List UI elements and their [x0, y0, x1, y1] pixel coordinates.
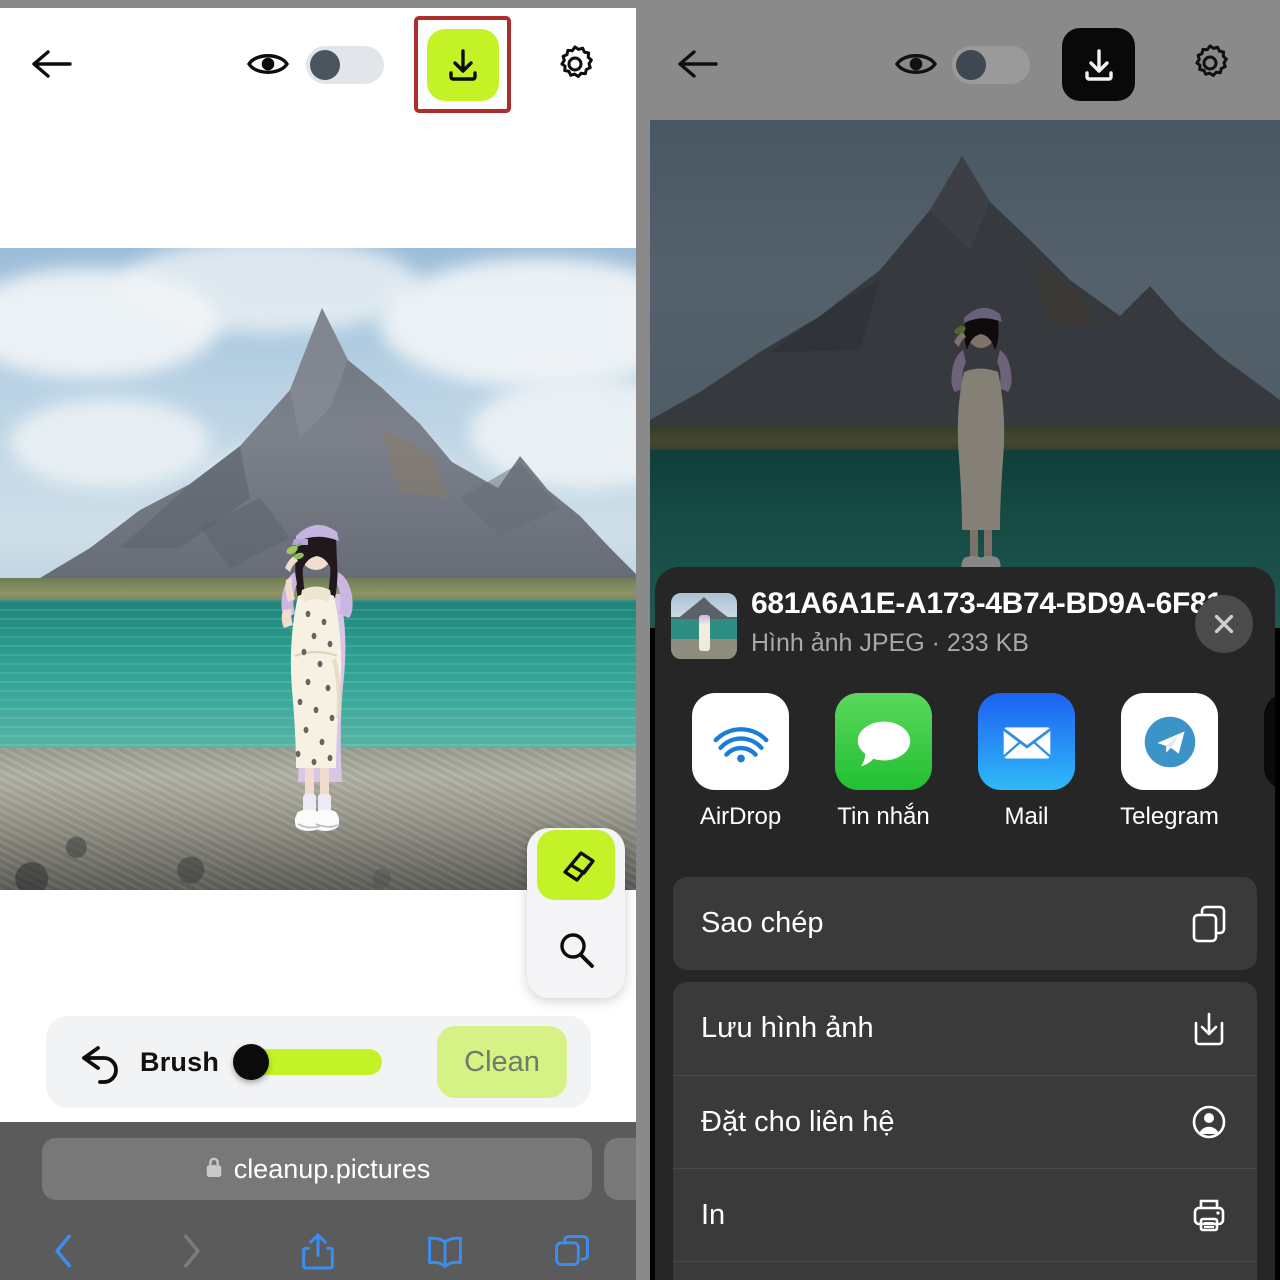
magnifier-icon[interactable] [552, 926, 600, 974]
action-label: In [701, 1198, 726, 1231]
action-label: Lưu hình ảnh [701, 1012, 874, 1044]
dimmed-editor-toolbar [650, 8, 1280, 120]
brush-toolbar: Brush Clean [46, 1016, 591, 1108]
action-card-main: Lưu hình ảnh Đặt cho liên hệ In [673, 982, 1257, 1280]
download-button[interactable] [1062, 28, 1135, 101]
safari-forward-button[interactable] [127, 1230, 254, 1272]
close-icon[interactable] [1195, 595, 1253, 653]
safari-bookmarks-button[interactable] [382, 1232, 509, 1270]
share-app-telegram[interactable]: Telegram [1098, 693, 1241, 831]
action-label: Sao chép [701, 907, 824, 939]
action-label: Đặt cho liên hệ [701, 1105, 895, 1138]
save-image-icon [1187, 1007, 1231, 1051]
editor-toolbar [0, 8, 636, 120]
share-app-mail[interactable]: Mail [955, 693, 1098, 831]
safari-share-button[interactable] [254, 1230, 381, 1272]
app-label: Tin nhắn [837, 803, 930, 830]
file-meta: Hình ảnh JPEG · 233 KB [751, 629, 1029, 657]
eye-icon[interactable] [894, 46, 938, 82]
app-label: Mail [1004, 803, 1049, 830]
app-label: AirDrop [699, 803, 782, 830]
url-text: cleanup.pictures [233, 1153, 431, 1184]
brush-label: Brush [140, 1046, 220, 1077]
dimmed-photo-background [650, 120, 1280, 628]
airdrop-icon [692, 693, 789, 790]
share-sheet-header: 681A6A1E-A173-4B74-BD9A-6F81... Hình ảnh… [655, 567, 1275, 685]
share-app-row[interactable]: AirDrop Tin nhắn Mail Telegram [655, 693, 1275, 873]
app-label: Telegram [1120, 803, 1219, 830]
share-app-tiktok[interactable]: T [1241, 693, 1275, 831]
preview-toggle[interactable] [952, 46, 1030, 84]
messages-icon [835, 693, 932, 790]
ios-share-sheet: 681A6A1E-A173-4B74-BD9A-6F81... Hình ảnh… [655, 567, 1275, 1280]
clean-button[interactable]: Clean [437, 1026, 568, 1098]
gear-icon[interactable] [1188, 42, 1232, 86]
lock-icon [204, 1155, 224, 1184]
left-panel-cleanup-editor: Brush Clean cleanup.pictures [0, 8, 636, 1280]
eye-icon[interactable] [246, 46, 290, 82]
eraser-icon[interactable] [537, 830, 615, 900]
brush-size-slider[interactable] [233, 1044, 383, 1080]
action-row-copy[interactable]: Sao chép [673, 877, 1257, 970]
file-thumbnail [671, 593, 737, 659]
slider-knob[interactable] [233, 1044, 270, 1080]
action-row-save-image[interactable]: Lưu hình ảnh [673, 982, 1257, 1075]
action-card-copy: Sao chép [673, 877, 1257, 970]
safari-tabs-button[interactable] [509, 1232, 636, 1270]
action-row-print[interactable]: In [673, 1168, 1257, 1261]
copy-icon [1187, 902, 1231, 946]
safari-browser-chrome: cleanup.pictures [0, 1122, 636, 1280]
share-action-list: Sao chép Lưu hình ảnh Đặt cho liên hệ In [673, 877, 1257, 1280]
download-button-highlight [414, 16, 511, 113]
file-name: 681A6A1E-A173-4B74-BD9A-6F81... [751, 587, 1247, 620]
undo-icon[interactable] [76, 1040, 124, 1084]
safari-nav-bar [0, 1214, 636, 1280]
gear-icon[interactable] [553, 43, 597, 87]
action-row-shared-album[interactable]: Chia sẻ trong album [673, 1261, 1257, 1280]
safari-back-button[interactable] [0, 1230, 127, 1272]
back-arrow-icon[interactable] [674, 44, 718, 84]
preview-toggle[interactable] [306, 46, 384, 84]
toggle-knob [956, 50, 986, 80]
share-app-airdrop[interactable]: AirDrop [669, 693, 812, 831]
photo-subject-woman [281, 524, 353, 831]
back-arrow-icon[interactable] [28, 44, 72, 84]
tiktok-icon [1264, 693, 1275, 790]
editor-canvas-photo[interactable] [0, 248, 636, 890]
printer-icon [1187, 1193, 1231, 1237]
mail-icon [978, 693, 1075, 790]
telegram-icon [1121, 693, 1218, 790]
contact-icon [1187, 1100, 1231, 1144]
share-app-messages[interactable]: Tin nhắn [812, 693, 955, 831]
address-bar[interactable]: cleanup.pictures [42, 1138, 592, 1200]
toggle-knob [310, 50, 340, 80]
screenshot-stage: Brush Clean cleanup.pictures 681A6A1E-A1… [0, 0, 1280, 1280]
adjacent-tab-peek[interactable] [604, 1138, 636, 1200]
action-row-assign-to-contact[interactable]: Đặt cho liên hệ [673, 1075, 1257, 1168]
